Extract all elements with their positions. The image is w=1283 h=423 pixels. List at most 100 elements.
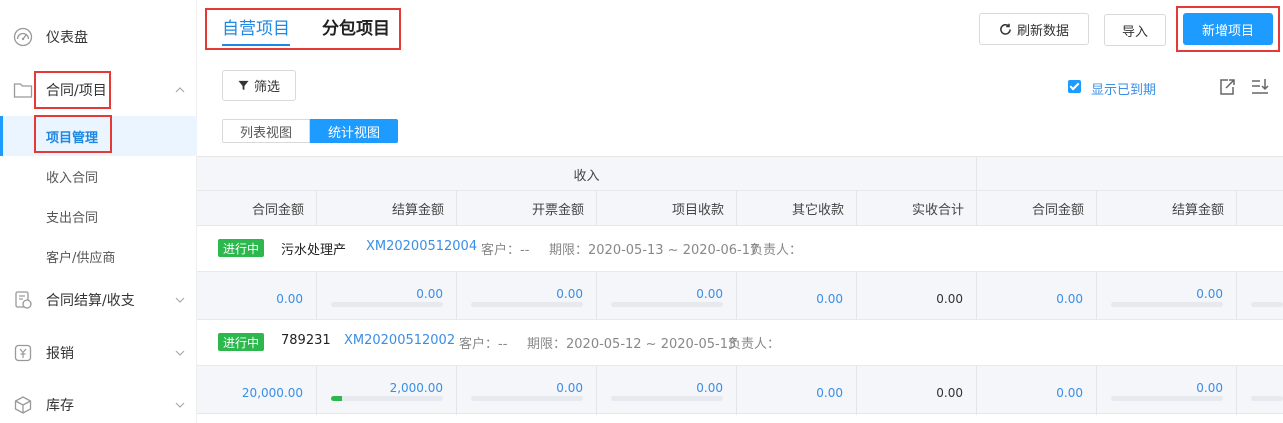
nav-inventory[interactable]: 库存 xyxy=(0,385,197,423)
sub-item-label: 收入合同 xyxy=(46,171,99,186)
table-cell: 0.00 xyxy=(977,366,1097,415)
project-row[interactable]: 进行中 789231 XM20200512002 客户：-- 期限：2020-0… xyxy=(197,320,1283,365)
sort-icon[interactable] xyxy=(1250,77,1270,101)
project-period: 期限：2020-05-13 ~ 2020-06-17 xyxy=(549,243,759,258)
sub-item-label: 客户/供应商 xyxy=(46,251,116,266)
progress-bar xyxy=(471,396,583,401)
column-header: 合同金额 xyxy=(977,191,1097,226)
project-code-link[interactable]: XM20200512004 xyxy=(366,239,477,254)
table-cell xyxy=(1237,366,1283,415)
cell-value: 0.00 xyxy=(1196,287,1223,301)
nav-contracts[interactable]: 合同/项目 xyxy=(0,70,197,110)
cell-value: 2,000.00 xyxy=(389,381,443,395)
project-name: 污水处理产 xyxy=(281,243,347,258)
table-cell: 0.00 xyxy=(597,366,737,415)
cell-value: 0.00 xyxy=(556,381,583,395)
cell-value: 0.00 xyxy=(276,292,303,306)
cell-value: 0.00 xyxy=(696,381,723,395)
column-header: 实收合计 xyxy=(857,191,977,226)
cell-value: 20,000.00 xyxy=(241,386,303,400)
sub-item-customer-supplier[interactable]: 客户/供应商 xyxy=(0,236,197,276)
nav-dashboard[interactable]: 仪表盘 xyxy=(0,17,197,57)
table-cell: 0.00 xyxy=(857,366,977,415)
progress-bar xyxy=(331,302,443,307)
project-code-link[interactable]: XM20200512002 xyxy=(344,333,455,348)
sub-item-project-management[interactable]: 项目管理 xyxy=(0,116,197,156)
income-group-header: 收入 xyxy=(197,157,977,192)
top-bar: 自营项目 分包项目 刷新数据 导入 新增项目 xyxy=(197,0,1283,60)
project-data-row: 20,000.00 2,000.00 0.00 0.00 0.00 0.00 0.00 0.0… xyxy=(197,365,1283,415)
sidebar: 仪表盘 合同/项目 项目管理 收入合同 支出合同 客户/供应商 合同结算/收支 … xyxy=(0,0,197,423)
project-table: 收入 合同金额 结算金额 开票金额 项目收款 其它收款 实收合计 合同金额 结算… xyxy=(197,156,1283,423)
project-owner: 负责人： xyxy=(750,243,803,258)
column-header: 合同金额 xyxy=(197,191,317,226)
view-toggle: 列表视图 统计视图 xyxy=(222,119,399,143)
add-project-button[interactable]: 新增项目 xyxy=(1183,13,1273,45)
column-header: 项目收款 xyxy=(597,191,737,226)
table-cell: 0.00 xyxy=(857,272,977,321)
filter-icon xyxy=(238,80,249,91)
table-cell: 0.00 xyxy=(737,366,857,415)
show-expired-label[interactable]: 显示已到期 xyxy=(1091,79,1156,98)
yuan-icon xyxy=(13,343,33,363)
table-cell: 0.00 xyxy=(457,272,597,321)
cell-value: 0.00 xyxy=(816,292,843,306)
nav-inventory-label: 库存 xyxy=(46,398,74,414)
refresh-label: 刷新数据 xyxy=(1016,23,1069,39)
status-badge: 进行中 xyxy=(218,239,265,257)
cell-value: 0.00 xyxy=(1056,292,1083,306)
show-expired-checkbox[interactable] xyxy=(1068,80,1081,93)
document-icon xyxy=(13,290,33,310)
project-customer: 客户：-- xyxy=(459,337,508,352)
column-header: 其它收款 xyxy=(737,191,857,226)
progress-bar xyxy=(1111,302,1223,307)
chevron-down-icon xyxy=(174,347,186,359)
progress-bar xyxy=(1111,396,1223,401)
nav-expense-label: 报销 xyxy=(46,346,74,362)
nav-contracts-label: 合同/项目 xyxy=(46,83,107,99)
filter-label: 筛选 xyxy=(253,80,280,95)
chevron-down-icon xyxy=(174,294,186,306)
import-button[interactable]: 导入 xyxy=(1104,14,1166,46)
cell-value: 0.00 xyxy=(1056,386,1083,400)
cell-value: 0.00 xyxy=(416,287,443,301)
project-row[interactable]: 进行中 污水处理产 XM20200512004 客户：-- 期限：2020-05… xyxy=(197,226,1283,271)
sub-item-expense-contract[interactable]: 支出合同 xyxy=(0,196,197,236)
nav-expense[interactable]: 报销 xyxy=(0,333,197,373)
stats-view-button[interactable]: 统计视图 xyxy=(310,119,399,143)
cell-value: 0.00 xyxy=(816,386,843,400)
progress-bar xyxy=(471,302,583,307)
chevron-up-icon xyxy=(174,84,186,96)
project-owner: 负责人： xyxy=(728,337,781,352)
cell-value: 0.00 xyxy=(1196,381,1223,395)
progress-bar xyxy=(1251,396,1283,401)
table-cell: 0.00 xyxy=(317,272,457,321)
table-header-group: 收入 xyxy=(197,156,1283,192)
progress-bar xyxy=(1251,302,1283,307)
refresh-button[interactable]: 刷新数据 xyxy=(979,13,1089,45)
tab-self-projects[interactable]: 自营项目 xyxy=(222,14,290,46)
sub-item-label: 支出合同 xyxy=(46,211,99,226)
folder-icon xyxy=(13,80,33,100)
table-cell xyxy=(1237,272,1283,321)
nav-settlement-label: 合同结算/收支 xyxy=(46,293,135,309)
table-cell: 0.00 xyxy=(737,272,857,321)
project-customer: 客户：-- xyxy=(481,243,530,258)
list-view-button[interactable]: 列表视图 xyxy=(222,119,311,143)
table-cell: 0.00 xyxy=(197,272,317,321)
cell-value: 0.00 xyxy=(936,292,963,306)
column-header: 结算金额 xyxy=(1097,191,1237,226)
tab-subcontract-projects[interactable]: 分包项目 xyxy=(322,14,390,39)
export-icon[interactable] xyxy=(1217,77,1237,101)
filter-button[interactable]: 筛选 xyxy=(222,70,296,101)
nav-dashboard-label: 仪表盘 xyxy=(46,30,88,46)
chevron-down-icon xyxy=(174,399,186,411)
column-header: 结算金额 xyxy=(317,191,457,226)
nav-settlement[interactable]: 合同结算/收支 xyxy=(0,280,197,320)
table-cell: 0.00 xyxy=(1097,272,1237,321)
table-cell: 20,000.00 xyxy=(197,366,317,415)
cell-value: 0.00 xyxy=(936,386,963,400)
sub-item-income-contract[interactable]: 收入合同 xyxy=(0,156,197,196)
table-cell: 0.00 xyxy=(597,272,737,321)
column-header: 开票金额 xyxy=(457,191,597,226)
